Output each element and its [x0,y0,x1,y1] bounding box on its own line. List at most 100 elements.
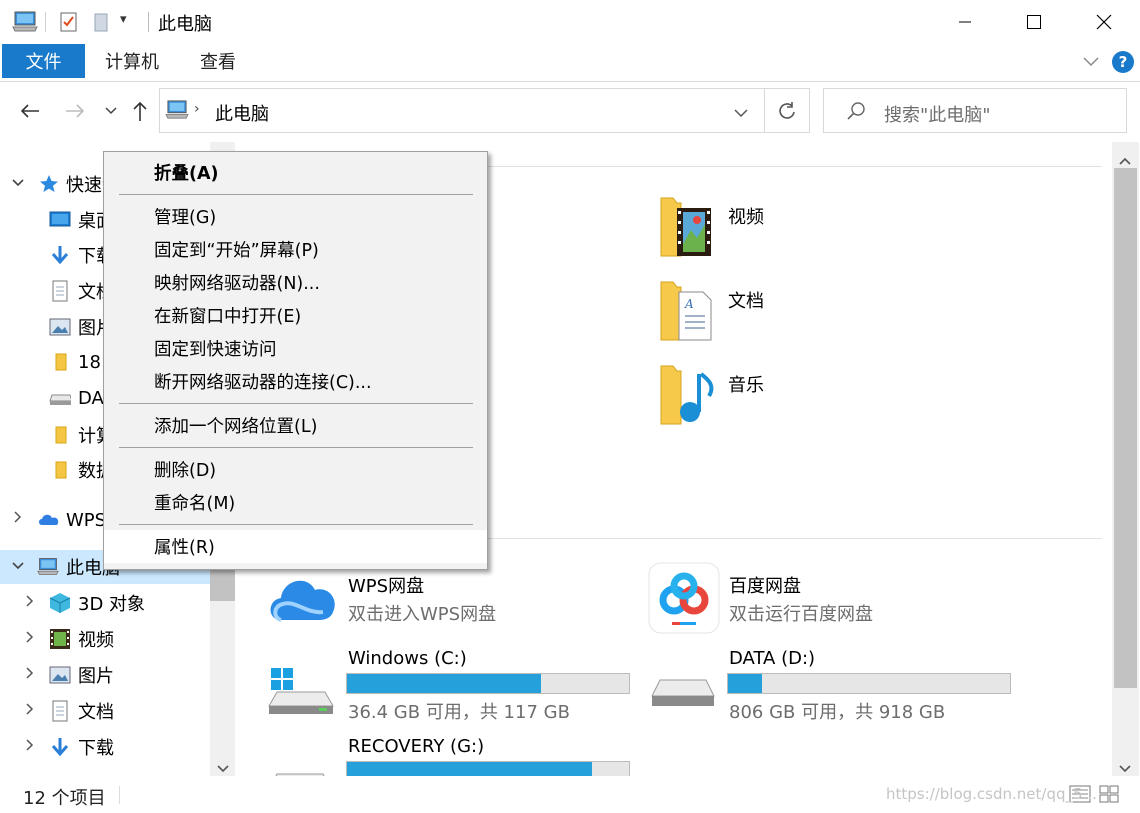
folder-label: 文档 [728,291,764,312]
tab-file[interactable]: 文件 [2,44,85,78]
search-box[interactable]: 搜索"此电脑" [823,88,1127,133]
minimize-button[interactable] [930,0,1000,44]
recent-locations-button[interactable] [98,98,124,124]
cloud-label: 百度网盘 [729,576,801,597]
expand-chevron-icon[interactable] [22,594,38,612]
expand-chevron-icon[interactable] [10,510,26,528]
sidebar-item-3d-objects[interactable]: 3D 对象 [0,586,210,620]
menu-item-pin-to-start[interactable]: 固定到“开始”屏幕(P) [104,233,487,266]
drive-icon [267,768,333,776]
download-icon [49,244,71,266]
menu-item-disconnect-network-drive[interactable]: 断开网络驱动器的连接(C)... [104,365,487,398]
back-button[interactable] [17,98,43,124]
sidebar-item-label: 18 [78,351,101,373]
content-scrollbar[interactable] [1112,142,1139,776]
video-folder-icon [659,194,715,265]
drive-icon [650,674,716,721]
cloud-description: 双击进入WPS网盘 [348,604,497,625]
help-button[interactable]: ? [1112,51,1134,73]
music-folder-icon [659,362,715,433]
address-bar[interactable]: › 此电脑 [159,88,765,133]
sidebar-item-label: 下载 [78,738,114,759]
title-bar: ▾ 此电脑 [0,0,1140,44]
menu-item-add-network-location[interactable]: 添加一个网络位置(L) [104,409,487,442]
forward-button[interactable] [62,98,88,124]
folder-item-videos[interactable]: 视频 [655,194,955,266]
drive-usage-bar [727,673,1011,694]
folder-icon [49,459,71,481]
picture-icon [49,316,71,338]
document-icon [49,280,71,302]
sidebar-item-label: 文档 [78,702,114,723]
drive-usage-bar [346,761,630,776]
picture-icon [49,664,71,686]
sidebar-item-videos[interactable]: 视频 [0,622,210,656]
sidebar-item-label: 图片 [78,666,114,687]
context-menu: 折叠(A) 管理(G) 固定到“开始”屏幕(P) 映射网络驱动器(N)... 在… [103,151,488,570]
document-folder-icon: A [659,278,715,349]
close-button[interactable] [1069,0,1139,44]
folder-label: 视频 [728,207,764,228]
drive-label: Windows (C:) [348,648,467,669]
expand-chevron-icon[interactable] [22,738,38,756]
cloud-description: 双击运行百度网盘 [729,604,873,625]
drive-item-g[interactable]: RECOVERY (G:) [267,734,637,776]
large-icons-view-icon[interactable] [1098,784,1120,809]
computer-icon [37,556,59,578]
title-divider [148,12,149,32]
drive-label: DATA (D:) [729,648,816,669]
cloud-item-baidu[interactable]: 百度网盘 双击运行百度网盘 [648,562,1018,638]
expand-ribbon-icon[interactable] [1082,53,1100,74]
sidebar-item-documents-pc[interactable]: 文档 [0,694,210,728]
folder-icon [49,351,71,373]
up-button[interactable] [127,98,153,124]
expand-chevron-icon[interactable] [22,702,38,720]
menu-item-properties[interactable]: 属性(R) [104,530,487,563]
computer-icon[interactable] [12,11,38,38]
menu-item-map-network-drive[interactable]: 映射网络驱动器(N)... [104,266,487,299]
search-placeholder: 搜索"此电脑" [884,105,991,126]
sidebar-item-label: 视频 [78,630,114,651]
cloud-item-wps[interactable]: WPS网盘 双击进入WPS网盘 [267,562,637,632]
tab-view[interactable]: 查看 [190,44,246,78]
collapse-chevron-icon[interactable] [10,559,26,575]
folder-item-music[interactable]: 音乐 [655,362,955,434]
drive-item-d[interactable]: DATA (D:) 806 GB 可用，共 918 GB [648,646,1018,726]
menu-separator [119,447,473,448]
cube-icon [49,592,71,614]
menu-item-pin-quick-access[interactable]: 固定到快速访问 [104,332,487,365]
properties-icon[interactable] [59,11,79,38]
collapse-chevron-icon[interactable] [10,176,26,192]
sidebar-item-downloads-pc[interactable]: 下载 [0,730,210,764]
status-divider [119,786,120,804]
breadcrumb-item[interactable]: 此电脑 [215,100,269,126]
customize-qa-dropdown-icon[interactable]: ▾ [120,12,127,27]
star-icon [38,173,60,195]
drive-item-c[interactable]: Windows (C:) 36.4 GB 可用，共 117 GB [267,646,637,726]
new-folder-icon[interactable] [92,11,112,38]
menu-item-rename[interactable]: 重命名(M) [104,486,487,519]
drive-space: 806 GB 可用，共 918 GB [729,702,946,723]
group-header-divider [485,166,1102,167]
menu-item-collapse[interactable]: 折叠(A) [104,156,487,189]
computer-icon [165,100,189,125]
menu-separator [119,403,473,404]
menu-item-manage[interactable]: 管理(G) [104,200,487,233]
tab-computer[interactable]: 计算机 [96,44,168,78]
expand-chevron-icon[interactable] [22,630,38,648]
menu-item-delete[interactable]: 删除(D) [104,453,487,486]
desktop-icon [49,209,71,231]
window-title: 此电脑 [158,14,212,35]
maximize-button[interactable] [999,0,1069,44]
sidebar-item-pictures-pc[interactable]: 图片 [0,658,210,692]
folder-item-documents[interactable]: A 文档 [655,278,955,350]
cloud-label: WPS网盘 [348,576,425,597]
menu-item-open-new-window[interactable]: 在新窗口中打开(E) [104,299,487,332]
address-history-dropdown-icon[interactable] [733,103,749,124]
document-icon [49,700,71,722]
refresh-button[interactable] [764,88,810,133]
content-scroll-thumb[interactable] [1114,168,1137,688]
breadcrumb-chevron-icon[interactable]: › [194,101,200,117]
navigation-bar: › 此电脑 搜索"此电脑" [0,82,1140,142]
expand-chevron-icon[interactable] [22,666,38,684]
